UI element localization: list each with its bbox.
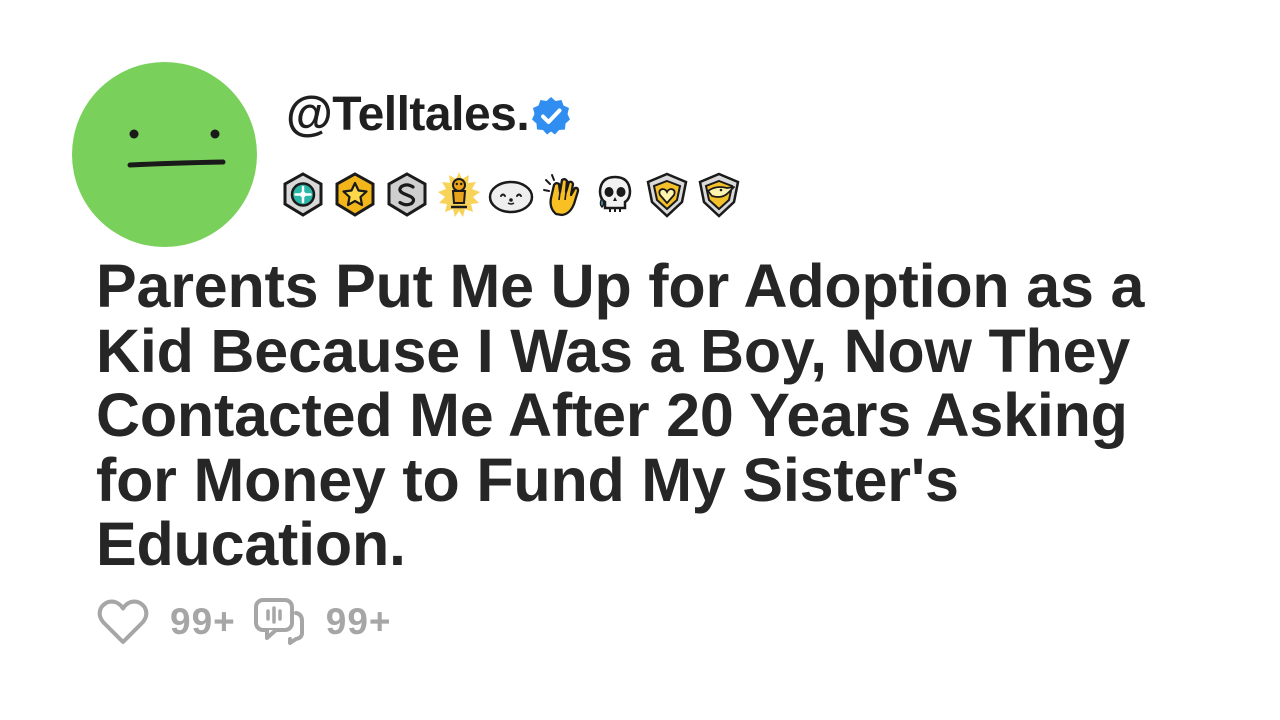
post-title: Parents Put Me Up for Adoption as a Kid … <box>96 252 1145 578</box>
gold-heart-shield-badge-icon[interactable] <box>642 170 692 220</box>
author-row: @Telltales. <box>286 84 573 144</box>
author-handle[interactable]: @Telltales. <box>286 87 530 142</box>
verified-check-icon <box>532 97 571 135</box>
avatar[interactable] <box>72 62 257 247</box>
gold-bird-shield-badge-icon[interactable] <box>694 170 744 220</box>
gold-trophy-badge-icon[interactable] <box>434 170 484 220</box>
teal-medal-badge-icon[interactable] <box>278 170 328 220</box>
silver-s-badge-icon[interactable] <box>382 170 432 220</box>
award-badges <box>278 168 746 222</box>
clapping-hands-badge-icon[interactable] <box>538 170 588 220</box>
comment-bubble-icon[interactable] <box>250 595 308 649</box>
engagement-bar: 99+ 99+ <box>94 594 406 650</box>
seal-badge-icon[interactable] <box>486 170 536 220</box>
post-card: @Telltales. Parents Put Me Up for Adopti… <box>0 0 1280 720</box>
heart-icon[interactable] <box>94 595 152 649</box>
neutral-face-icon <box>127 129 226 168</box>
comment-count: 99+ <box>325 601 392 642</box>
like-count: 99+ <box>170 601 236 642</box>
crying-skull-badge-icon[interactable] <box>590 170 640 220</box>
gold-star-badge-icon[interactable] <box>330 170 380 220</box>
